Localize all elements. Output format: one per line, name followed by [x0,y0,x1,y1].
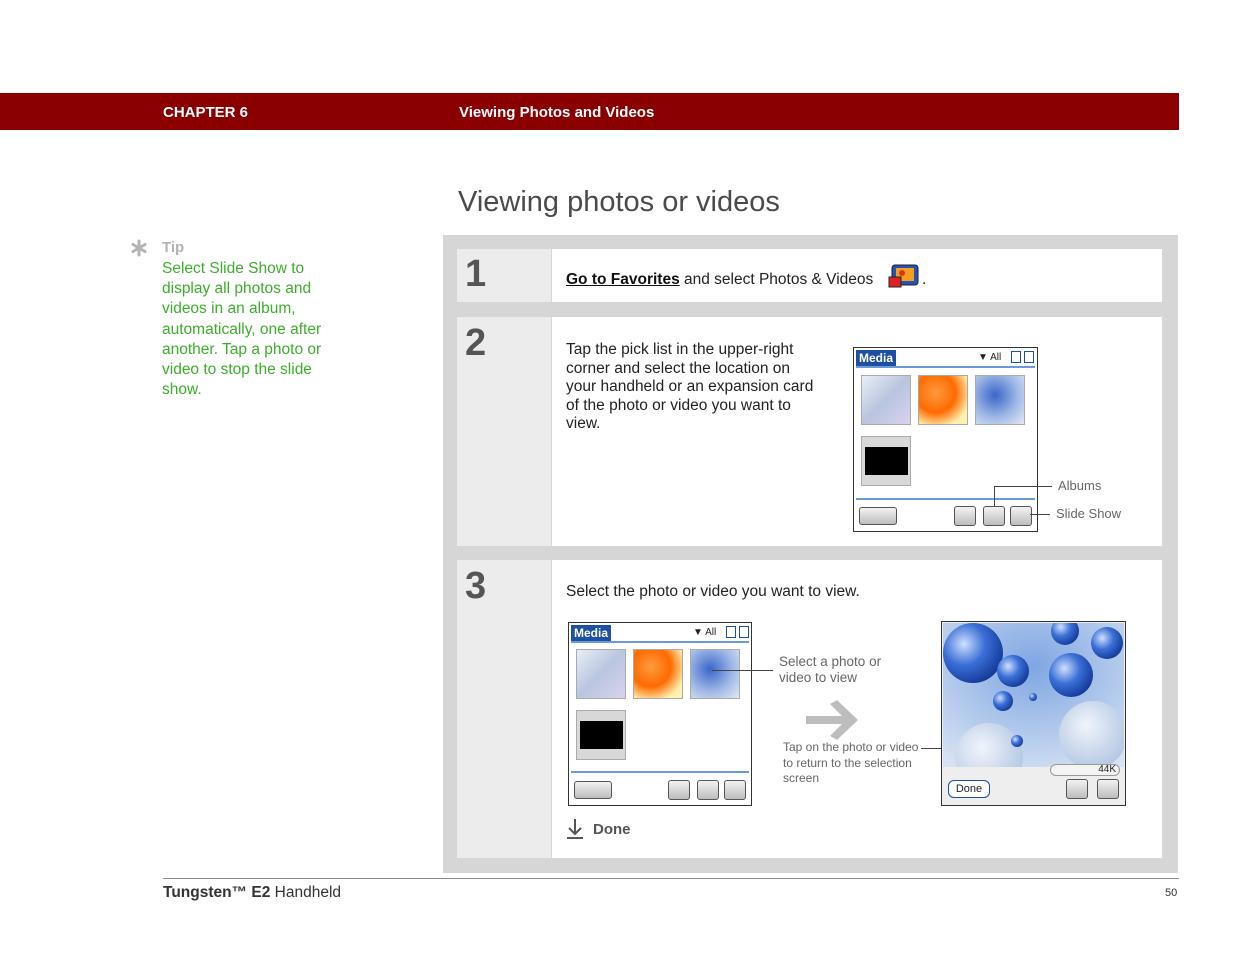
media-title: Media [856,350,897,366]
video-thumbnail[interactable] [576,710,626,760]
location-picklist[interactable]: ▼ All [693,627,716,638]
full-photo-screen: 44K Done [941,621,1126,806]
tip-asterisk-icon [131,239,147,257]
select-callout: Select a photo or video to view [779,654,882,685]
photo-thumbnail-3[interactable] [690,649,740,699]
title-divider [856,366,1035,368]
done-label: Done [593,821,631,838]
media-screen-step3: Media ▼ All [568,622,752,806]
slideshow-callout: Slide Show [1056,506,1122,521]
tap-callout: Tap on the photo or video to return to t… [783,740,919,785]
page-title: Viewing photos or videos [458,186,780,218]
card-icon [739,626,749,638]
footer-product: Tungsten™ E2 Handheld [163,884,341,902]
send-button[interactable] [954,506,976,526]
chapter-label: CHAPTER 6 [163,104,249,121]
chapter-title: Viewing Photos and Videos [459,104,655,121]
details-button[interactable] [1097,779,1119,799]
title-divider [571,641,749,643]
step-1-instruction: and select Photos & Videos [679,271,874,288]
media-title: Media [571,625,612,641]
file-size-indicator: 44K [1050,764,1120,776]
slide-show-button[interactable] [724,780,746,800]
photo-thumbnail-3[interactable] [975,375,1025,425]
view-toggle-buttons[interactable] [574,781,612,799]
toolbar-divider [571,771,749,773]
albums-callout: Albums [1058,478,1102,493]
slide-show-button[interactable] [1010,506,1032,526]
done-button[interactable]: Done [948,780,990,798]
select-leader-line [712,670,773,671]
location-picklist[interactable]: ▼ All [978,352,1001,363]
step-2-number: 2 [465,322,487,364]
toolbar-divider [856,498,1035,500]
step-3-number: 3 [465,565,487,607]
picklist-value: All [990,352,1002,363]
send-button[interactable] [668,780,690,800]
picklist-value: All [705,627,717,638]
picklist-arrow-icon: ▼ [693,627,703,638]
page-number: 50 [1165,887,1178,899]
video-thumbnail[interactable] [861,436,911,486]
step-1-number: 1 [465,253,487,295]
albums-button[interactable] [697,780,719,800]
photo-thumbnail-1[interactable] [861,375,911,425]
albums-leader-line [994,486,1052,487]
full-photo[interactable] [943,623,1124,767]
footer-rule [163,878,1179,879]
product-suffix: Handheld [270,884,342,901]
picklist-arrow-icon: ▼ [978,352,988,363]
slideshow-leader-line [1030,514,1050,515]
photo-thumbnail-2[interactable] [918,375,968,425]
albums-button[interactable] [983,506,1005,526]
step-3-text: Select the photo or video you want to vi… [566,583,860,600]
photos-videos-app-icon [888,264,919,288]
albums-leader-drop [994,486,995,506]
media-screen-step2: Media ▼ All [853,347,1038,532]
step-2-text: Tap the pick list in the upper-right cor… [566,341,814,432]
step-1-period: . [922,271,927,288]
handheld-icon [726,626,736,638]
photo-thumbnail-2[interactable] [633,649,683,699]
send-button[interactable] [1066,779,1088,799]
tip-text: Select Slide Show to display all photos … [162,260,322,399]
tip-label: Tip [162,239,185,256]
card-icon [1024,351,1034,363]
go-to-favorites-link[interactable]: Go to Favorites [566,271,680,288]
step-1-text: Go to Favorites and select Photos & Vide… [566,271,873,290]
done-arrow-icon [567,819,583,839]
photo-thumbnail-1[interactable] [576,649,626,699]
handheld-icon [1011,351,1021,363]
product-name: Tungsten™ E2 [163,884,271,901]
arrow-right-icon [806,700,858,740]
view-toggle-buttons[interactable] [859,507,897,525]
